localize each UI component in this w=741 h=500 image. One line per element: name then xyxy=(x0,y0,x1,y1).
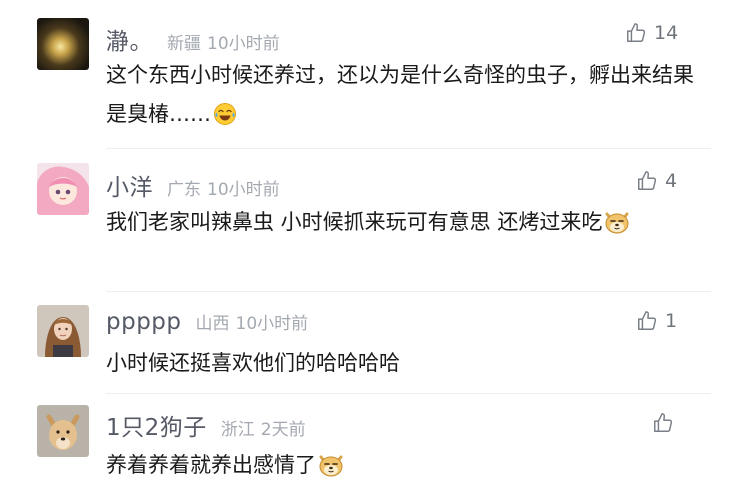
avatar[interactable] xyxy=(37,305,89,357)
username[interactable]: ppppp xyxy=(106,309,182,335)
timestamp: 10小时前 xyxy=(235,314,309,334)
comment-meta: 广东 10小时前 xyxy=(167,175,280,200)
comment-body: 这个东西小时候还养过，还以为是什么奇怪的虫子，孵出来结果是臭椿…… xyxy=(106,63,694,126)
comment-meta: 新疆 10小时前 xyxy=(167,29,280,54)
laugh-cry-emoji-icon xyxy=(213,100,237,139)
location: 山西 xyxy=(195,314,230,334)
like-button[interactable]: 14 xyxy=(625,22,678,44)
comment-body: 我们老家叫辣鼻虫 小时候抓来玩可有意思 还烤过来吃 xyxy=(106,210,603,234)
location: 浙江 xyxy=(220,420,255,440)
like-button[interactable]: 1 xyxy=(636,310,677,332)
timestamp: 10小时前 xyxy=(207,34,280,54)
divider xyxy=(106,393,711,394)
avatar[interactable] xyxy=(37,18,89,70)
location: 新疆 xyxy=(167,34,201,54)
thumbs-up-icon xyxy=(638,171,657,190)
avatar-image xyxy=(37,405,89,457)
thumbs-up-icon xyxy=(627,23,646,42)
divider xyxy=(106,148,711,149)
like-count: 14 xyxy=(654,22,679,44)
thumbs-up-icon xyxy=(638,311,657,330)
avatar[interactable] xyxy=(37,163,89,215)
location: 广东 xyxy=(167,180,201,200)
like-count: 4 xyxy=(665,170,678,192)
timestamp: 10小时前 xyxy=(207,180,280,200)
comment-meta: 浙江 2天前 xyxy=(221,415,306,440)
comment-meta: 山西 10小时前 xyxy=(196,309,309,334)
comment-body: 养着养着就养出感情了 xyxy=(106,453,316,477)
avatar-image xyxy=(37,18,89,70)
like-button[interactable]: 4 xyxy=(636,170,677,192)
comment-text: 这个东西小时候还养过，还以为是什么奇怪的虫子，孵出来结果是臭椿…… xyxy=(106,56,696,139)
avatar[interactable] xyxy=(37,405,89,457)
comment-text: 我们老家叫辣鼻虫 小时候抓来玩可有意思 还烤过来吃 xyxy=(106,203,696,247)
comment-body: 小时候还挺喜欢他们的哈哈哈哈 xyxy=(106,351,400,375)
username[interactable]: 瀞。 xyxy=(106,22,153,56)
comment-text: 养着养着就养出感情了 xyxy=(106,446,696,490)
comment-text: 小时候还挺喜欢他们的哈哈哈哈 xyxy=(106,344,696,383)
like-button[interactable] xyxy=(652,412,681,434)
username[interactable]: 小洋 xyxy=(106,168,153,202)
like-count: 1 xyxy=(665,310,678,332)
username[interactable]: 1只2狗子 xyxy=(106,408,207,442)
doge-emoji-icon xyxy=(318,451,344,490)
avatar-image xyxy=(37,163,89,215)
avatar-image xyxy=(37,305,89,357)
doge-emoji-icon xyxy=(604,208,630,247)
timestamp: 2天前 xyxy=(260,420,306,440)
thumbs-up-icon xyxy=(654,413,673,432)
divider xyxy=(106,291,711,292)
